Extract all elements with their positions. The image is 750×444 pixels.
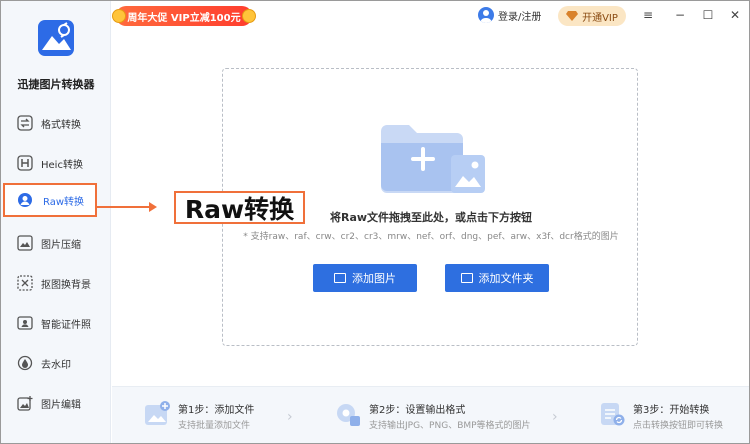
minimize-icon[interactable]: − [672,7,688,23]
sidebar-item-edit[interactable]: 图片编辑 [1,386,111,420]
format-convert-icon [17,115,33,131]
coin-icon [112,9,126,23]
watermark-icon [17,355,33,371]
sidebar-item-label: 格式转换 [41,120,81,131]
settings-icon [337,404,360,426]
id-photo-icon [17,316,33,330]
step-1-desc: 支持批量添加文件 [178,421,251,431]
add-image-button[interactable]: 添加图片 [313,264,417,292]
edit-icon [17,396,33,411]
convert-icon [601,403,625,426]
steps-bar: 第1步：添加文件 支持批量添加文件 › 第2步：设置输出格式 支持输出JPG、P… [112,386,749,443]
step-2-title: 第2步：设置输出格式 [369,405,466,416]
folder-image-icon [381,125,485,193]
chevron-right-icon: › [287,409,293,425]
login-button[interactable]: 登录/注册 [478,5,541,25]
close-icon[interactable]: ✕ [727,7,743,23]
annotation-line [96,206,152,208]
image-icon [334,273,346,283]
app-logo-icon [38,20,74,56]
step-3-title: 第3步：开始转换 [633,405,710,416]
add-folder-button[interactable]: 添加文件夹 [445,264,549,292]
sidebar-item-cutout[interactable]: 抠图换背景 [1,266,111,300]
step-2-desc: 支持输出JPG、PNG、BMP等格式的图片 [369,421,531,431]
promo-banner[interactable]: 周年大促 VIP立减100元 [112,6,256,26]
sidebar-item-label: 智能证件照 [41,320,91,331]
sidebar-item-label: 抠图换背景 [41,280,91,291]
cutout-icon [17,275,33,291]
login-label: 登录/注册 [498,11,542,23]
heic-icon [17,155,33,171]
maximize-icon[interactable]: ☐ [700,7,716,23]
folder-plus-icon [460,273,473,283]
annotation-label: Raw转换 [174,191,305,224]
compress-icon [17,235,33,251]
sidebar-item-label: 图片压缩 [41,240,81,251]
raw-icon [18,193,32,207]
diamond-icon [566,11,579,21]
sidebar-item-heic[interactable]: Heic转换 [1,146,111,180]
step-1-title: 第1步：添加文件 [178,405,255,416]
vip-label: 开通VIP [582,12,618,24]
step-3-desc: 点击转换按钮即可转换 [633,421,724,431]
sidebar-item-watermark[interactable]: 去水印 [1,346,111,380]
app-name: 迅捷图片转换器 [17,78,95,91]
sidebar-item-compress[interactable]: 图片压缩 [1,226,111,260]
sidebar-item-format-convert[interactable]: 格式转换 [1,106,111,140]
sidebar: 迅捷图片转换器 格式转换 Heic转换 Raw转换 图片压缩 抠图换背景 智能证… [1,1,111,443]
chevron-right-icon: › [552,409,558,425]
add-file-icon [145,401,170,425]
annotation-arrow [149,202,157,212]
sidebar-item-raw[interactable]: Raw转换 [3,183,97,217]
menu-icon[interactable]: ≡ [640,7,656,23]
avatar-icon [478,7,494,23]
sidebar-item-label: 图片编辑 [41,400,81,411]
sidebar-item-id-photo[interactable]: 智能证件照 [1,306,111,340]
sidebar-item-label: Raw转换 [43,197,85,208]
sidebar-item-label: 去水印 [41,360,71,371]
coin-icon [242,9,256,23]
add-folder-label: 添加文件夹 [478,272,534,285]
promo-text: 周年大促 VIP立减100元 [127,12,241,24]
add-image-label: 添加图片 [352,272,396,285]
vip-button[interactable]: 开通VIP [558,6,626,26]
supported-formats: * 支持raw、raf、crw、cr2、cr3、mrw、nef、orf、dng、… [243,232,619,242]
sidebar-item-label: Heic转换 [41,160,83,171]
